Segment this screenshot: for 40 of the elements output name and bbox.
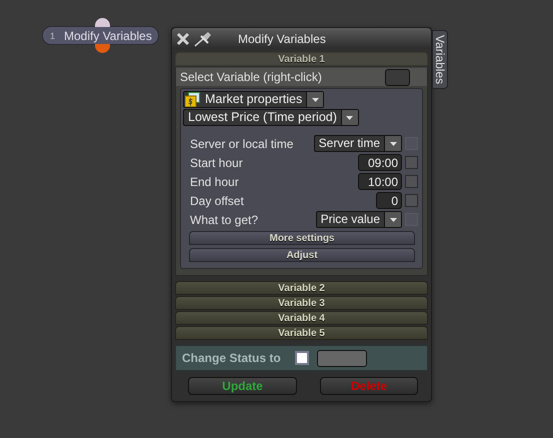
input-field[interactable]: 10:00	[358, 173, 402, 190]
status-color-box[interactable]	[316, 350, 367, 366]
caret-icon	[384, 212, 401, 227]
settings-button[interactable]: Adjust	[189, 248, 415, 262]
checkbox[interactable]	[294, 351, 309, 365]
caret-icon	[384, 136, 401, 151]
caret-icon	[340, 110, 358, 125]
function-dropdown[interactable]: Lowest Price (Time period)	[183, 109, 359, 126]
status-label: Change Status to	[182, 351, 281, 365]
field-label: Server or local time	[190, 136, 294, 150]
field-label: What to get?	[190, 212, 258, 226]
field-label: Start hour	[190, 156, 243, 170]
section-header[interactable]: Variable 4	[175, 311, 428, 325]
section-header[interactable]: Variable 2	[175, 281, 428, 295]
section-header[interactable]: Variable 5	[175, 326, 428, 340]
output-port[interactable]	[95, 44, 110, 53]
caret-icon	[306, 92, 324, 107]
window-title: Modify Variables	[238, 32, 326, 46]
checkbox[interactable]	[405, 194, 418, 207]
select-variable-label: Select Variable (right-click)	[180, 70, 322, 84]
section-header[interactable]: Variable 3	[175, 296, 428, 310]
field-label: End hour	[190, 174, 239, 188]
money-icon	[185, 92, 201, 107]
variables-tab[interactable]: Variables	[432, 30, 448, 90]
input-port[interactable]	[95, 18, 110, 27]
node[interactable]: 1 Modify Variables	[42, 26, 159, 45]
checkbox[interactable]	[405, 175, 418, 188]
close-icon[interactable]	[176, 32, 190, 46]
section-header[interactable]: Variable 1	[175, 52, 428, 66]
checkbox[interactable]	[405, 156, 418, 169]
settings-button[interactable]: More settings	[189, 231, 415, 245]
input-field[interactable]: 0	[376, 192, 402, 209]
pin-icon[interactable]	[194, 30, 214, 46]
node-number: 1	[49, 30, 56, 40]
node-label: Modify Variables	[64, 28, 152, 42]
field-label: Day offset	[190, 194, 244, 208]
input-field[interactable]: 09:00	[358, 154, 402, 171]
category-dropdown[interactable]: Market properties	[183, 91, 324, 108]
variable-slot[interactable]	[385, 68, 410, 86]
update-button[interactable]: Update	[188, 377, 297, 395]
